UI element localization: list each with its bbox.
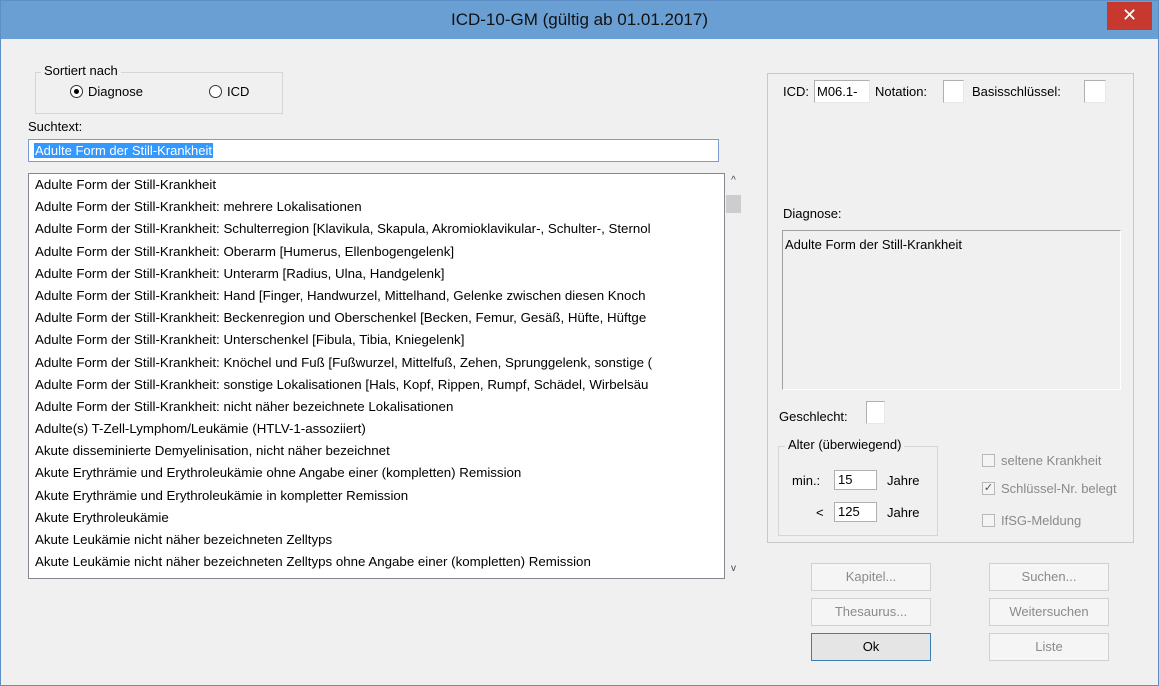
ifsg-label: IfSG-Meldung bbox=[1001, 513, 1082, 528]
dialog-body: Sortiert nach Diagnose ICD Suchtext: Adu… bbox=[9, 39, 1150, 679]
list-item[interactable]: Adulte Form der Still-Krankheit: Schulte… bbox=[29, 218, 724, 240]
search-input[interactable]: Adulte Form der Still-Krankheit bbox=[28, 139, 719, 162]
schluessel-label: Schlüssel-Nr. belegt bbox=[1001, 481, 1117, 496]
geschlecht-field bbox=[866, 401, 885, 424]
age-min-field: 15 bbox=[834, 470, 877, 490]
window-title: ICD-10-GM (gültig ab 01.01.2017) bbox=[450, 10, 709, 29]
diagnose-value: Adulte Form der Still-Krankheit bbox=[785, 237, 963, 252]
scroll-thumb[interactable] bbox=[726, 195, 741, 213]
icd-value: M06.1- bbox=[817, 84, 858, 99]
close-button[interactable]: ✕ bbox=[1107, 2, 1152, 30]
age-min-label: min.: bbox=[792, 473, 821, 488]
schluessel-checkbox[interactable]: ✓ Schlüssel-Nr. belegt bbox=[982, 481, 1117, 496]
age-max-label: < bbox=[816, 505, 824, 520]
thesaurus-button[interactable]: Thesaurus... bbox=[811, 598, 931, 626]
basis-label: Basisschlüssel: bbox=[972, 84, 1061, 99]
seltene-krankheit-box[interactable] bbox=[982, 454, 995, 467]
notation-field bbox=[943, 80, 964, 103]
age-min-value: 15 bbox=[838, 472, 853, 487]
diagnose-label: Diagnose: bbox=[783, 206, 842, 221]
list-item[interactable]: Akute Erythroleukämie bbox=[29, 507, 724, 529]
radio-icd-indicator[interactable] bbox=[209, 85, 222, 98]
list-item[interactable]: Akute disseminierte Demyelinisation, nic… bbox=[29, 440, 724, 462]
list-item[interactable]: Akute Leukämie nicht näher bezeichneten … bbox=[29, 529, 724, 551]
weitersuchen-button[interactable]: Weitersuchen bbox=[989, 598, 1109, 626]
list-item[interactable]: Adulte Form der Still-Krankheit: Beckenr… bbox=[29, 307, 724, 329]
age-max-value: 125 bbox=[838, 504, 860, 519]
diagnosis-list[interactable]: Adulte Form der Still-Krankheit Adulte F… bbox=[28, 173, 725, 579]
close-icon[interactable]: ✕ bbox=[1122, 5, 1137, 25]
seltene-krankheit-checkbox[interactable]: seltene Krankheit bbox=[982, 453, 1101, 468]
checkmark-icon[interactable]: ✓ bbox=[982, 482, 995, 495]
seltene-krankheit-label: seltene Krankheit bbox=[1001, 453, 1102, 468]
scroll-up-icon[interactable]: ^ bbox=[725, 175, 742, 189]
sort-legend: Sortiert nach bbox=[41, 63, 121, 78]
list-item[interactable]: Adulte Form der Still-Krankheit bbox=[29, 174, 724, 196]
age-max-field: 125 bbox=[834, 502, 877, 522]
age-legend: Alter (überwiegend) bbox=[785, 437, 905, 452]
age-max-unit: Jahre bbox=[887, 505, 920, 520]
title-bar[interactable]: ICD-10-GM (gültig ab 01.01.2017) ✕ bbox=[1, 1, 1158, 39]
ifsg-checkbox[interactable]: IfSG-Meldung bbox=[982, 513, 1081, 528]
radio-icd[interactable]: ICD bbox=[209, 84, 249, 99]
radio-diagnose[interactable]: Diagnose bbox=[70, 84, 143, 99]
list-item[interactable]: Adulte Form der Still-Krankheit: Oberarm… bbox=[29, 241, 724, 263]
basis-field bbox=[1084, 80, 1106, 103]
icd-label: ICD: bbox=[783, 84, 809, 99]
list-item[interactable]: Adulte Form der Still-Krankheit: nicht n… bbox=[29, 396, 724, 418]
list-item[interactable]: Akute Erythrämie und Erythroleukämie in … bbox=[29, 485, 724, 507]
search-input-value: Adulte Form der Still-Krankheit bbox=[34, 143, 214, 158]
diagnose-text: Adulte Form der Still-Krankheit bbox=[782, 230, 1121, 390]
age-min-unit: Jahre bbox=[887, 473, 920, 488]
dialog-window: ICD-10-GM (gültig ab 01.01.2017) ✕ Sorti… bbox=[0, 0, 1159, 686]
kapitel-button[interactable]: Kapitel... bbox=[811, 563, 931, 591]
list-item[interactable]: Adulte Form der Still-Krankheit: sonstig… bbox=[29, 374, 724, 396]
icd-field: M06.1- bbox=[814, 80, 870, 103]
suchen-button[interactable]: Suchen... bbox=[989, 563, 1109, 591]
list-item[interactable]: Akute Leukämie nicht näher bezeichneten … bbox=[29, 551, 724, 573]
ok-button[interactable]: Ok bbox=[811, 633, 931, 661]
radio-diagnose-indicator[interactable] bbox=[70, 85, 83, 98]
geschlecht-label: Geschlecht: bbox=[779, 409, 848, 424]
liste-button[interactable]: Liste bbox=[989, 633, 1109, 661]
radio-icd-label: ICD bbox=[227, 84, 250, 99]
list-item[interactable]: Adulte Form der Still-Krankheit: Hand [F… bbox=[29, 285, 724, 307]
list-item[interactable]: Adulte Form der Still-Krankheit: Knöchel… bbox=[29, 352, 724, 374]
radio-diagnose-label: Diagnose bbox=[88, 84, 143, 99]
search-label: Suchtext: bbox=[28, 119, 83, 134]
list-item[interactable]: Adulte Form der Still-Krankheit: mehrere… bbox=[29, 196, 724, 218]
list-item[interactable]: Adulte Form der Still-Krankheit: Untersc… bbox=[29, 329, 724, 351]
notation-label: Notation: bbox=[875, 84, 928, 99]
list-item[interactable]: Akute Erythrämie und Erythroleukämie ohn… bbox=[29, 462, 724, 484]
list-item[interactable]: Adulte(s) T-Zell-Lymphom/Leukämie (HTLV-… bbox=[29, 418, 724, 440]
scroll-down-icon[interactable]: v bbox=[725, 563, 742, 577]
list-item[interactable]: Adulte Form der Still-Krankheit: Unterar… bbox=[29, 263, 724, 285]
age-group bbox=[778, 446, 938, 536]
list-scrollbar[interactable]: ^ v bbox=[725, 173, 742, 579]
ifsg-box[interactable] bbox=[982, 514, 995, 527]
